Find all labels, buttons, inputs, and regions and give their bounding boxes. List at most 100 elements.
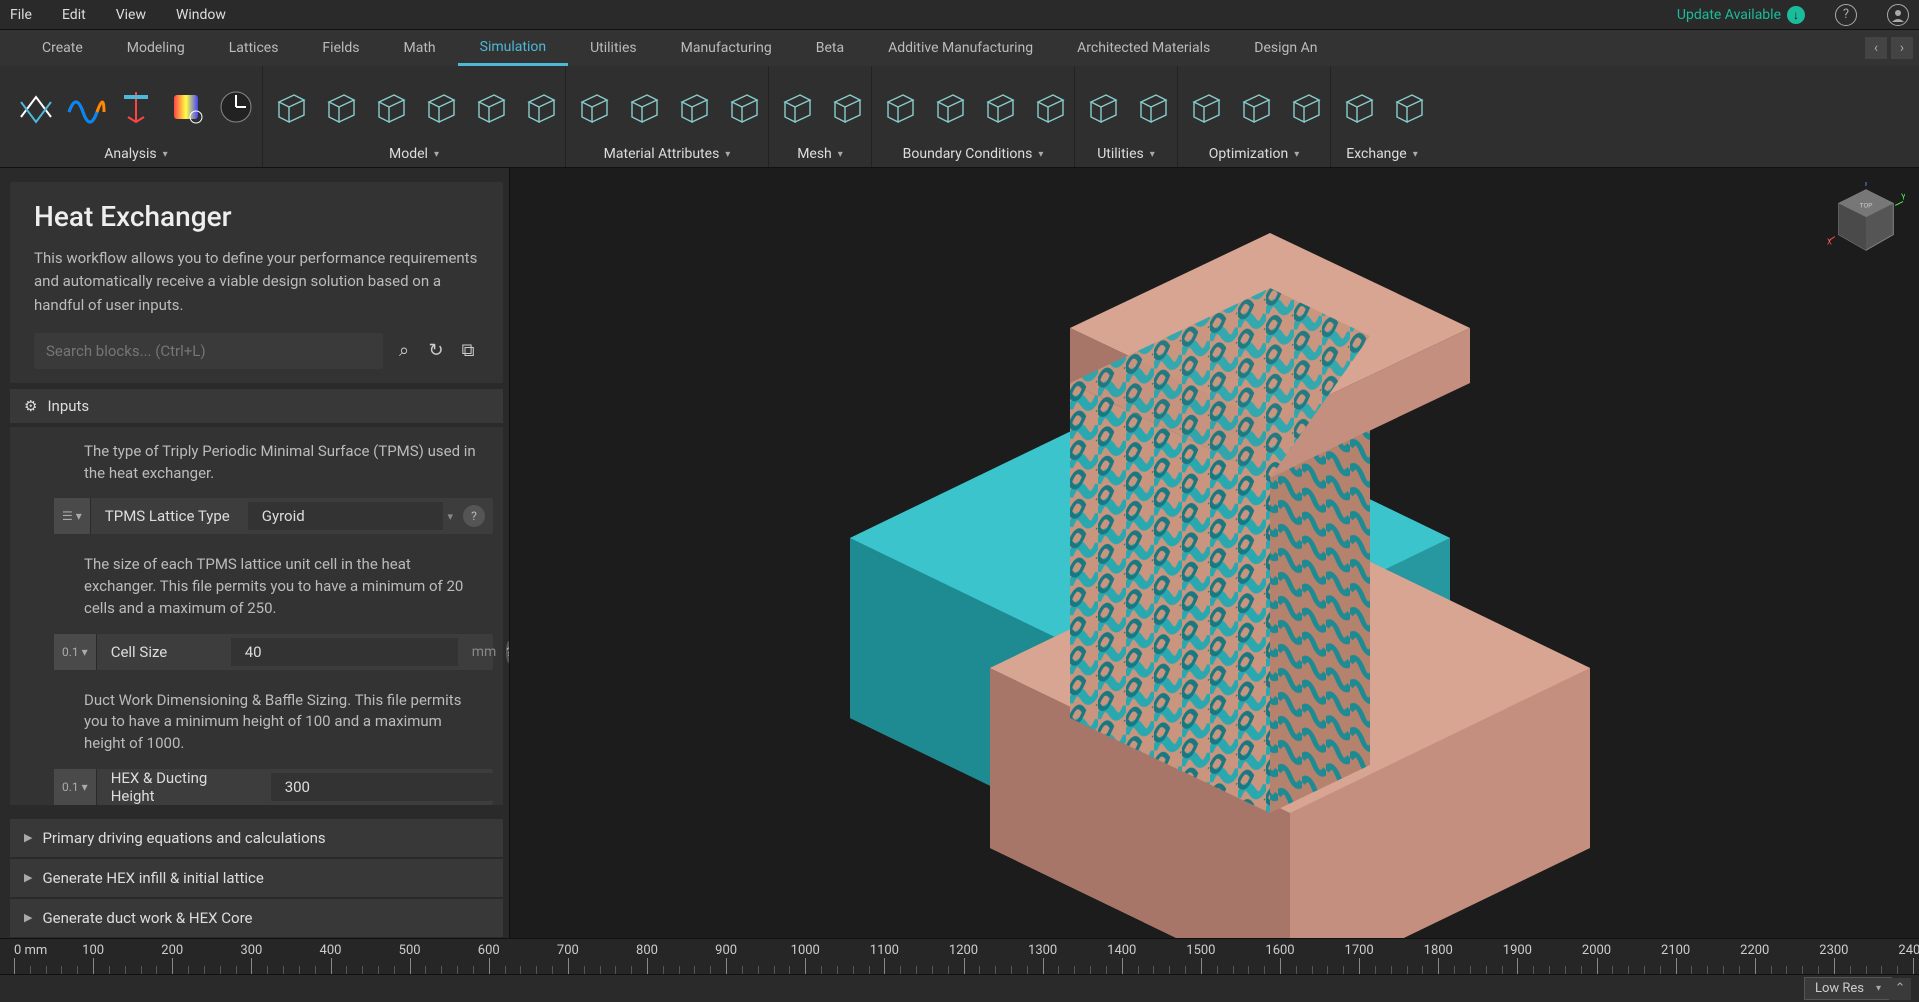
ribbon-group-label[interactable]: Analysis▾	[104, 141, 167, 167]
ribbon-group-label[interactable]: Model▾	[389, 141, 439, 167]
ribbon-tool-icon[interactable]	[1282, 85, 1326, 129]
ribbon-tool-icon[interactable]	[214, 85, 258, 129]
menubar: File Edit View Window Update Available ↓…	[0, 0, 1919, 30]
ribbon-tool-icon[interactable]	[417, 85, 461, 129]
group-infill-label: Generate HEX infill & initial lattice	[42, 869, 263, 887]
ruler-tick-label: 100	[82, 943, 104, 958]
menu-edit[interactable]: Edit	[62, 7, 86, 23]
ribbon-group-label[interactable]: Material Attributes▾	[604, 141, 731, 167]
resolution-select[interactable]: Low Res	[1804, 977, 1892, 1000]
height-badge[interactable]: 0.1 ▾	[54, 769, 97, 805]
ribbon-tool-icon[interactable]	[926, 85, 970, 129]
tpms-label: TPMS Lattice Type	[91, 507, 244, 525]
ribbon-tool-icon[interactable]	[670, 85, 714, 129]
tab-architected-materials[interactable]: Architected Materials	[1055, 30, 1232, 66]
cell-size-input[interactable]	[231, 638, 458, 666]
ribbon-tool-icon[interactable]	[367, 85, 411, 129]
ribbon-group-label[interactable]: Utilities▾	[1097, 141, 1155, 167]
update-available-button[interactable]: Update Available ↓	[1677, 6, 1805, 24]
ribbon-group-label[interactable]: Mesh▾	[797, 141, 843, 167]
ribbon-tool-icon[interactable]	[1026, 85, 1070, 129]
help-icon[interactable]: ?	[1835, 4, 1857, 26]
list-icon[interactable]: ☰▾	[54, 498, 91, 534]
view-cube[interactable]: TOP X Y	[1827, 182, 1905, 260]
tpms-lattice-select[interactable]: Gyroid	[248, 502, 444, 530]
tab-create[interactable]: Create	[20, 30, 105, 66]
cell-size-row: 0.1 ▾ Cell Size mm ?	[54, 634, 493, 670]
tab-design-an[interactable]: Design An	[1232, 30, 1339, 66]
search-input[interactable]	[34, 333, 383, 369]
hex-height-row: 0.1 ▾ HEX & Ducting Height mm ?	[54, 769, 493, 805]
search-icon[interactable]: ⌕	[393, 340, 415, 362]
ribbon-group-boundary-conditions: Boundary Conditions▾	[872, 66, 1075, 167]
tab-beta[interactable]: Beta	[794, 30, 866, 66]
ribbon-tool-icon[interactable]	[14, 85, 58, 129]
workflow-panel: Heat Exchanger This workflow allows you …	[10, 182, 503, 383]
tab-math[interactable]: Math	[382, 30, 458, 66]
tab-scroll-right-icon[interactable]: ›	[1891, 37, 1913, 59]
ruler-tick-label: 1700	[1345, 943, 1374, 958]
ribbon-tool-icon[interactable]	[1079, 85, 1123, 129]
ribbon-tool-icon[interactable]	[823, 85, 867, 129]
ribbon-tool-icon[interactable]	[876, 85, 920, 129]
ribbon-tool-icon[interactable]	[1129, 85, 1173, 129]
ribbon-tool-icon[interactable]	[317, 85, 361, 129]
tab-manufacturing[interactable]: Manufacturing	[659, 30, 794, 66]
ribbon-tool-icon[interactable]	[164, 85, 208, 129]
copy-icon[interactable]: ⧉	[457, 340, 479, 362]
ribbon-tool-icon[interactable]	[773, 85, 817, 129]
tab-modeling[interactable]: Modeling	[105, 30, 207, 66]
inputs-body: The type of Triply Periodic Minimal Surf…	[10, 427, 503, 805]
ribbon-tool-icon[interactable]	[1182, 85, 1226, 129]
tab-utilities[interactable]: Utilities	[568, 30, 659, 66]
refresh-icon[interactable]: ↻	[425, 340, 447, 362]
chevron-right-icon: ▶	[24, 871, 32, 884]
menu-view[interactable]: View	[116, 7, 146, 23]
tab-fields[interactable]: Fields	[300, 30, 381, 66]
tab-additive-manufacturing[interactable]: Additive Manufacturing	[866, 30, 1055, 66]
ribbon-group-model: Model▾	[263, 66, 566, 167]
ribbon-tool-icon[interactable]	[1335, 85, 1379, 129]
ribbon-tool-icon[interactable]	[114, 85, 158, 129]
ribbon-tool-icon[interactable]	[267, 85, 311, 129]
height-unit: mm	[502, 779, 510, 795]
chevron-right-icon: ▶	[24, 911, 32, 924]
ribbon-group-label[interactable]: Boundary Conditions▾	[903, 141, 1044, 167]
menu-window[interactable]: Window	[176, 7, 226, 23]
inputs-header[interactable]: ⚙ Inputs	[10, 389, 503, 423]
ribbon-group-label[interactable]: Optimization▾	[1209, 141, 1299, 167]
cell-badge[interactable]: 0.1 ▾	[54, 634, 97, 670]
3d-viewport[interactable]: TOP X Y	[510, 168, 1919, 938]
ruler-tick-label: 800	[636, 943, 658, 958]
ribbon-tool-icon[interactable]	[467, 85, 511, 129]
hex-height-input[interactable]	[271, 773, 498, 801]
ruler: 0 mm 10020030040050060070080090010001100…	[0, 938, 1919, 974]
ribbon-tool-icon[interactable]	[1385, 85, 1429, 129]
ruler-origin: 0 mm	[14, 943, 47, 958]
tab-scroll-left-icon[interactable]: ‹	[1865, 37, 1887, 59]
ruler-tick-label: 600	[478, 943, 500, 958]
ribbon-tool-icon[interactable]	[64, 85, 108, 129]
ribbon-group-label[interactable]: Exchange▾	[1346, 141, 1417, 167]
tpms-help-icon[interactable]: ?	[463, 505, 485, 527]
expand-icon[interactable]: ⌃	[1889, 978, 1911, 1000]
ribbon-tool-icon[interactable]	[517, 85, 561, 129]
ribbon: Analysis▾ Model▾ Material Attributes▾ Mesh▾…	[0, 66, 1919, 168]
user-icon[interactable]	[1887, 4, 1909, 26]
ribbon-tool-icon[interactable]	[1232, 85, 1276, 129]
ribbon-tool-icon[interactable]	[570, 85, 614, 129]
tab-simulation[interactable]: Simulation	[458, 30, 568, 66]
ribbon-group-analysis: Analysis▾	[10, 66, 263, 167]
svg-text:TOP: TOP	[1860, 201, 1874, 209]
menu-file[interactable]: File	[10, 7, 32, 23]
tab-lattices[interactable]: Lattices	[207, 30, 301, 66]
group-infill[interactable]: ▶ Generate HEX infill & initial lattice	[10, 859, 503, 897]
ribbon-tool-icon[interactable]	[720, 85, 764, 129]
ruler-tick-label: 2000	[1582, 943, 1611, 958]
svg-text:Y: Y	[1901, 193, 1905, 202]
group-equations[interactable]: ▶ Primary driving equations and calculat…	[10, 819, 503, 857]
ribbon-tool-icon[interactable]	[620, 85, 664, 129]
group-duct[interactable]: ▶ Generate duct work & HEX Core	[10, 899, 503, 937]
ribbon-tool-icon[interactable]	[976, 85, 1020, 129]
chevron-right-icon: ▶	[24, 831, 32, 844]
